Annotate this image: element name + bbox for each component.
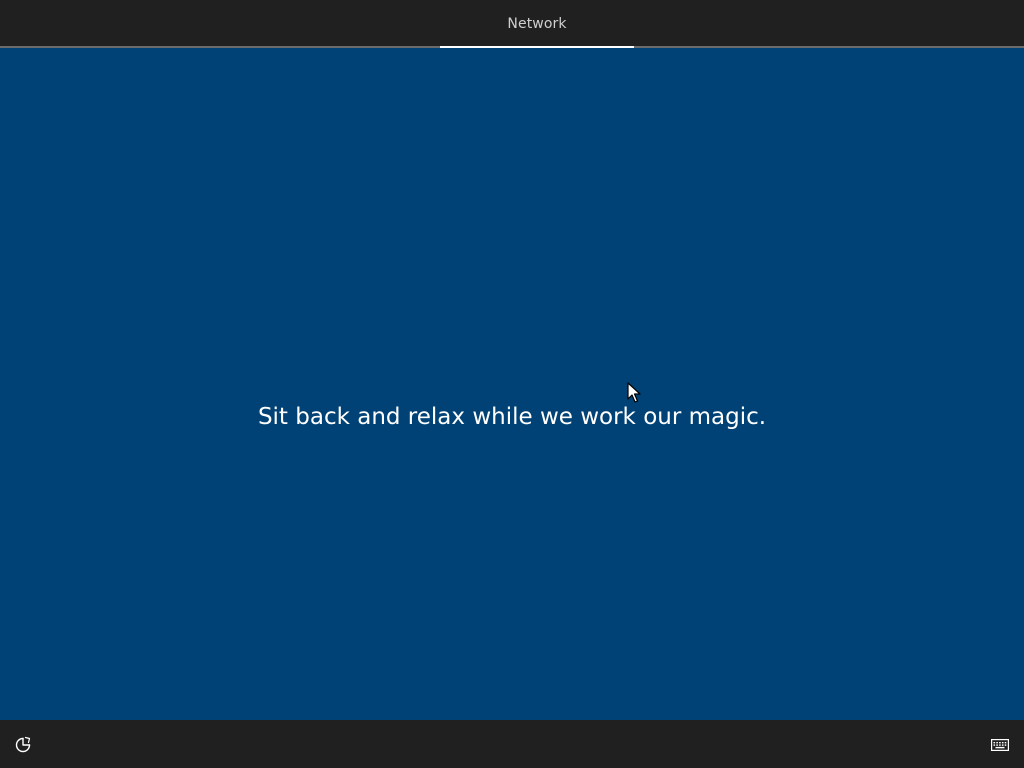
bottom-bar (0, 720, 1024, 768)
keyboard-icon (991, 739, 1009, 751)
status-message: Sit back and relax while we work our mag… (257, 404, 767, 430)
ease-of-access-button[interactable] (10, 732, 36, 758)
top-bar: Network (0, 0, 1024, 48)
tab-label: Network (507, 16, 567, 32)
oobe-screen: Network Sit back and relax while we work… (0, 0, 1024, 768)
ease-of-access-icon (15, 736, 31, 753)
tab-network: Network (440, 0, 634, 48)
mouse-cursor-icon (627, 382, 641, 403)
main-area: Sit back and relax while we work our mag… (0, 48, 1024, 720)
on-screen-keyboard-button[interactable] (986, 732, 1014, 758)
